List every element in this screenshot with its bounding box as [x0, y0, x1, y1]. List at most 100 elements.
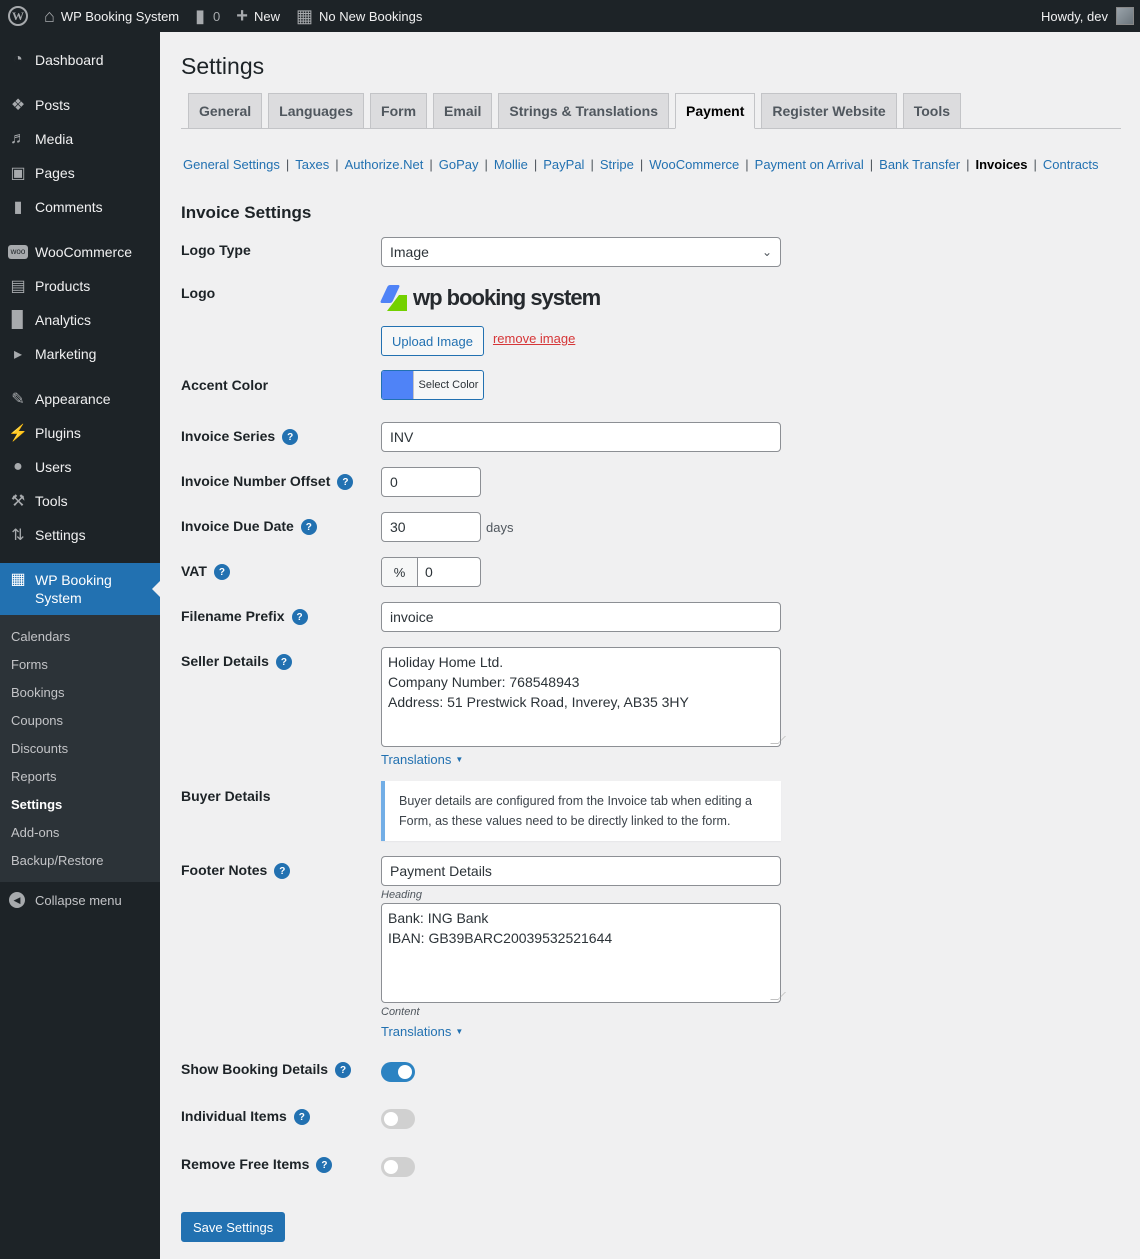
subnav-paypal[interactable]: PayPal	[543, 157, 584, 172]
show-booking-details-toggle[interactable]	[381, 1062, 415, 1082]
vat-input[interactable]: 0	[418, 558, 480, 586]
invoice-series-input[interactable]: INV	[381, 422, 781, 452]
subnav-bank-transfer[interactable]: Bank Transfer	[879, 157, 960, 172]
sidebar-item-plugins[interactable]: ⚡ Plugins	[0, 416, 160, 450]
tab-register-website[interactable]: Register Website	[761, 93, 897, 128]
sidebar-item-posts[interactable]: ❖ Posts	[0, 88, 160, 122]
select-color-button[interactable]: Select Color	[381, 370, 484, 400]
footer-content-textarea[interactable]: Bank: ING Bank IBAN: GB39BARC20039532521…	[381, 903, 786, 1003]
subnav-payment-on-arrival[interactable]: Payment on Arrival	[755, 157, 864, 172]
seller-line: Holiday Home Ltd.	[388, 654, 504, 670]
tab-email[interactable]: Email	[433, 93, 493, 128]
submenu-settings[interactable]: Settings	[0, 790, 160, 818]
help-icon[interactable]: ?	[316, 1157, 333, 1173]
sidebar-item-comments[interactable]: ▮ Comments	[0, 190, 160, 224]
tab-form[interactable]: Form	[370, 93, 428, 128]
submenu-backup-restore[interactable]: Backup/Restore	[0, 846, 160, 874]
subnav-taxes[interactable]: Taxes	[295, 157, 329, 172]
comments-link[interactable]: ▮ 0	[187, 0, 228, 32]
sidebar-item-analytics[interactable]: ▉ Analytics	[0, 303, 160, 337]
upload-image-button[interactable]: Upload Image	[381, 326, 484, 356]
tab-payment[interactable]: Payment	[675, 93, 756, 129]
sidebar-item-tools[interactable]: ⚒ Tools	[0, 484, 160, 518]
sidebar-item-marketing[interactable]: ▸ Marketing	[0, 337, 160, 371]
subnav-contracts[interactable]: Contracts	[1043, 157, 1099, 172]
help-icon[interactable]: ?	[335, 1062, 352, 1078]
sidebar-item-products[interactable]: ▤ Products	[0, 269, 160, 303]
media-icon: ♬	[10, 130, 26, 147]
new-content-link[interactable]: + New	[228, 0, 288, 32]
sidebar-item-label: Dashboard	[35, 52, 104, 68]
site-name-link[interactable]: ⌂ WP Booking System	[36, 0, 187, 32]
comment-icon: ▮	[195, 5, 206, 26]
sidebar-item-appearance[interactable]: ✎ Appearance	[0, 382, 160, 416]
comments-count: 0	[213, 8, 221, 24]
help-icon[interactable]: ?	[300, 519, 317, 535]
tab-strings-translations[interactable]: Strings & Translations	[498, 93, 669, 128]
submenu-forms[interactable]: Forms	[0, 650, 160, 678]
submenu-calendars[interactable]: Calendars	[0, 622, 160, 650]
sidebar-item-settings[interactable]: ⇅ Settings	[0, 518, 160, 552]
subnav-authorize-net[interactable]: Authorize.Net	[345, 157, 424, 172]
comment-icon: ▮	[13, 199, 23, 216]
sidebar-item-label: Appearance	[35, 391, 111, 407]
invoice-number-offset-input[interactable]: 0	[381, 467, 481, 497]
seller-translations-toggle[interactable]: Translations ▼	[381, 752, 463, 767]
wp-logo-menu[interactable]: W	[0, 0, 36, 32]
help-icon[interactable]: ?	[293, 1109, 310, 1125]
bar-chart-icon: ▉	[11, 312, 25, 329]
tab-tools[interactable]: Tools	[902, 93, 961, 128]
invoice-due-date-input[interactable]: 30	[381, 512, 481, 542]
bookings-link[interactable]: ▦ No New Bookings	[288, 0, 430, 32]
remove-free-items-label: Remove Free Items	[181, 1156, 310, 1172]
sidebar-item-wp-booking-system[interactable]: ▦ WP Booking System	[0, 563, 160, 615]
resize-handle[interactable]	[770, 992, 786, 1000]
subnav-mollie[interactable]: Mollie	[494, 157, 528, 172]
submenu-reports[interactable]: Reports	[0, 762, 160, 790]
help-icon[interactable]: ?	[337, 474, 354, 490]
remove-image-link[interactable]: remove image	[493, 331, 575, 356]
submenu-coupons[interactable]: Coupons	[0, 706, 160, 734]
new-label: New	[253, 8, 280, 24]
tab-general[interactable]: General	[188, 93, 263, 128]
sidebar-item-label: Plugins	[35, 425, 81, 441]
submenu-add-ons[interactable]: Add-ons	[0, 818, 160, 846]
submenu-bookings[interactable]: Bookings	[0, 678, 160, 706]
row-footer-notes: Footer Notes? Payment Details Heading Ba…	[181, 856, 1121, 1039]
remove-free-items-toggle[interactable]	[381, 1157, 415, 1177]
filename-prefix-input[interactable]: invoice	[381, 602, 781, 632]
sidebar-item-pages[interactable]: ▣ Pages	[0, 156, 160, 190]
individual-items-toggle[interactable]	[381, 1109, 415, 1129]
collapse-menu-button[interactable]: ◀ Collapse menu	[0, 882, 160, 918]
calendar-icon: ▦	[10, 571, 26, 588]
seller-details-textarea[interactable]: Holiday Home Ltd. Company Number: 768548…	[381, 647, 786, 747]
sidebar-item-woocommerce[interactable]: woo WooCommerce	[0, 235, 160, 269]
row-vat: VAT? % 0	[181, 557, 1121, 587]
help-icon[interactable]: ?	[291, 609, 308, 625]
footer-translations-toggle[interactable]: Translations ▼	[381, 1024, 463, 1039]
account-menu[interactable]: Howdy, dev	[1033, 0, 1140, 32]
sidebar-item-users[interactable]: ● Users	[0, 450, 160, 484]
subnav-invoices[interactable]: Invoices	[975, 157, 1027, 172]
help-icon[interactable]: ?	[213, 564, 230, 580]
subnav-woocommerce[interactable]: WooCommerce	[649, 157, 739, 172]
buyer-details-label: Buyer Details	[181, 788, 271, 804]
sidebar-item-media[interactable]: ♬ Media	[0, 122, 160, 156]
subnav-stripe[interactable]: Stripe	[600, 157, 634, 172]
submenu-discounts[interactable]: Discounts	[0, 734, 160, 762]
resize-handle[interactable]	[770, 736, 786, 744]
logo-wordmark: wp booking system	[413, 285, 601, 310]
tab-languages[interactable]: Languages	[268, 93, 365, 128]
save-settings-button[interactable]: Save Settings	[181, 1212, 286, 1242]
help-icon[interactable]: ?	[274, 863, 291, 879]
toggle-knob	[398, 1065, 412, 1079]
admin-sidebar: ◔ Dashboard ❖ Posts ♬ Media ▣ Pages ▮ Comment…	[0, 32, 160, 1259]
logo-type-select[interactable]: Image ⌄	[381, 237, 781, 267]
seller-line: Address: 51 Prestwick Road, Inverey, AB3…	[388, 694, 689, 710]
help-icon[interactable]: ?	[275, 654, 292, 670]
subnav-gopay[interactable]: GoPay	[439, 157, 479, 172]
sidebar-item-dashboard[interactable]: ◔ Dashboard	[0, 43, 160, 77]
help-icon[interactable]: ?	[282, 429, 299, 445]
subnav-general-settings[interactable]: General Settings	[183, 157, 280, 172]
footer-heading-input[interactable]: Payment Details	[381, 856, 781, 886]
